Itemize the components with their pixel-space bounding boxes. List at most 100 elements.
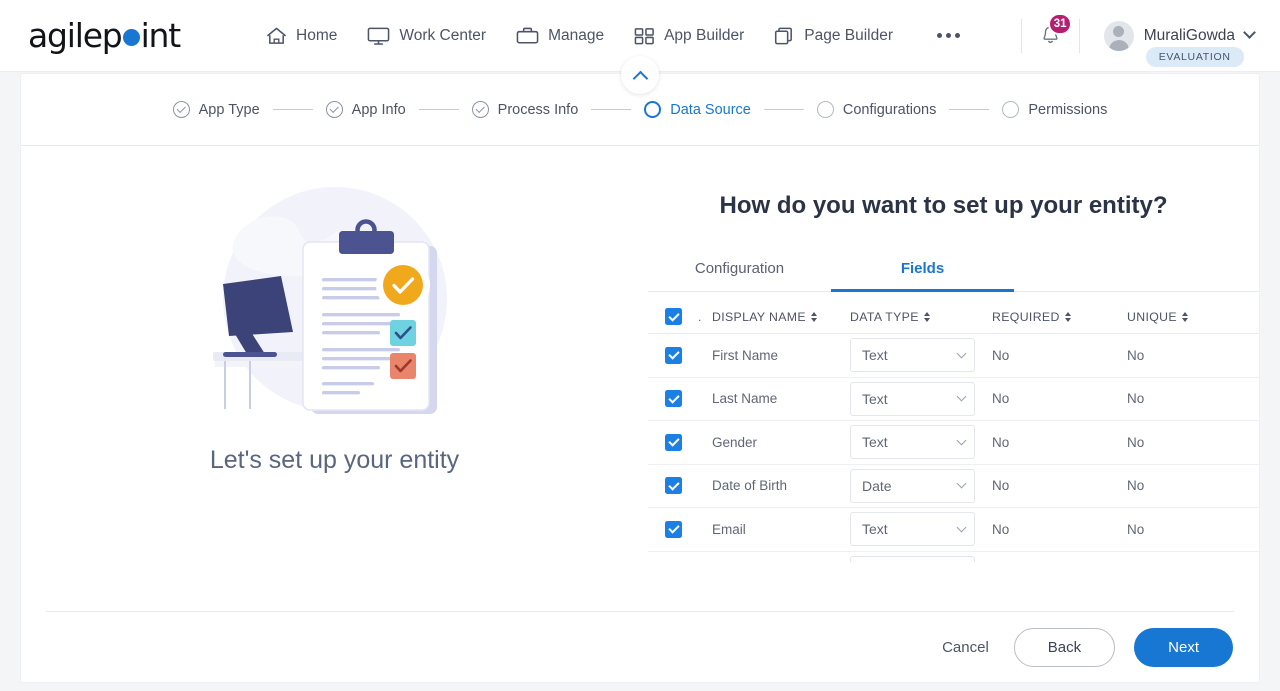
step-data-source[interactable]: Data Source: [644, 101, 751, 118]
notification-count-badge: 31: [1047, 13, 1073, 35]
row-checkbox[interactable]: [664, 520, 682, 538]
nav-label-home: Home: [296, 26, 338, 44]
step-label-permissions: Permissions: [1028, 101, 1108, 118]
nav-label-work-center: Work Center: [399, 26, 487, 44]
cell-unique: No: [1127, 434, 1145, 450]
nav-item-page-builder[interactable]: Page Builder: [774, 26, 893, 46]
row-select-cell: [648, 346, 698, 364]
step-process-info[interactable]: Process Info: [471, 101, 579, 118]
column-header-unique[interactable]: UNIQUE: [1127, 310, 1259, 324]
data-type-select[interactable]: Text: [850, 381, 975, 416]
fields-table-body[interactable]: First Name Text No No Last Name Text No …: [648, 334, 1259, 562]
cell-data-type: Text: [850, 425, 992, 460]
step-connector-5: [949, 108, 990, 111]
data-type-value: Date: [862, 477, 892, 494]
wizard-body: Let's set up your entity How do you want…: [21, 146, 1259, 608]
nav-item-home[interactable]: Home: [266, 26, 337, 46]
step-app-type[interactable]: App Type: [172, 101, 260, 118]
table-row[interactable]: Email Text No No: [648, 508, 1259, 552]
cancel-button[interactable]: Cancel: [936, 631, 995, 664]
table-row[interactable]: First Name Text No No: [648, 334, 1259, 378]
step-app-info[interactable]: App Info: [325, 101, 406, 118]
nav-divider-left: [1020, 18, 1022, 53]
dot-1: [937, 33, 942, 38]
table-row[interactable]: Gender Text No No: [648, 421, 1259, 465]
user-name: MuraliGowda: [1143, 26, 1235, 44]
step-label-configurations: Configurations: [842, 101, 937, 118]
cell-display-name: First Name: [712, 347, 779, 363]
index-column-header: .: [698, 309, 702, 324]
nav-item-work-center[interactable]: Work Center: [367, 26, 486, 46]
data-type-select[interactable]: [850, 555, 975, 562]
step-configurations[interactable]: Configurations: [816, 101, 937, 118]
fields-table-header: . DISPLAY NAME DATA TYPE REQUIRED UNIQUE: [648, 292, 1259, 334]
tab-label-fields: Fields: [900, 260, 945, 277]
chevron-down-icon: [956, 391, 967, 402]
row-checkbox[interactable]: [664, 433, 682, 451]
chevron-up-icon: [632, 70, 648, 86]
agilepoint-logo[interactable]: agilep int: [28, 16, 181, 55]
notifications-button[interactable]: 31: [1038, 13, 1073, 48]
cell-data-type: Text: [850, 381, 992, 416]
more-options-icon[interactable]: [937, 33, 960, 38]
column-header-display-name[interactable]: DISPLAY NAME: [712, 310, 850, 324]
cell-required: No: [992, 391, 1010, 407]
data-type-select[interactable]: Text: [850, 338, 975, 373]
avatar: [1103, 20, 1134, 51]
cell-required: No: [992, 434, 1010, 450]
step-label-process-info: Process Info: [497, 101, 579, 118]
wizard-card: App Type App Info Process Info Data Sour…: [20, 73, 1260, 683]
tab-label-configuration: Configuration: [694, 260, 785, 277]
illustration-pane: Let's set up your entity: [21, 146, 648, 608]
cell-unique: No: [1127, 391, 1145, 407]
row-checkbox[interactable]: [664, 477, 682, 495]
data-type-select[interactable]: Text: [850, 425, 975, 460]
row-select-cell: [648, 477, 698, 495]
table-row[interactable]: Last Name Text No No: [648, 378, 1259, 421]
step-label-app-info: App Info: [351, 101, 406, 118]
select-all-checkbox[interactable]: [664, 308, 682, 325]
sort-icon: [1064, 311, 1071, 322]
tab-configuration[interactable]: Configuration: [648, 260, 831, 291]
logo-dot-icon: [122, 29, 140, 46]
collapse-header-button[interactable]: [621, 56, 659, 94]
check-circle-icon: [325, 101, 343, 118]
cell-data-type: Text: [850, 512, 992, 547]
page-title: How do you want to set up your entity?: [719, 192, 1168, 219]
data-type-value: Text: [862, 390, 888, 407]
table-row-partial[interactable]: [648, 552, 1259, 562]
tab-fields[interactable]: Fields: [831, 260, 1014, 292]
row-checkbox[interactable]: [664, 346, 682, 364]
chevron-down-icon: [956, 348, 967, 359]
column-label-data-type: DATA TYPE: [850, 309, 919, 324]
cell-unique: No: [1127, 478, 1145, 494]
step-label-app-type: App Type: [198, 101, 260, 118]
column-header-data-type[interactable]: DATA TYPE: [850, 310, 992, 324]
column-label-unique: UNIQUE: [1127, 309, 1177, 324]
entity-setup-pane: How do you want to set up your entity? C…: [648, 146, 1259, 608]
table-row[interactable]: Date of Birth Date No No: [648, 465, 1259, 508]
next-button[interactable]: Next: [1134, 628, 1233, 667]
cell-unique: No: [1127, 347, 1145, 363]
chevron-down-icon: [1243, 26, 1256, 39]
row-checkbox[interactable]: [664, 390, 682, 408]
nav-divider-right: [1078, 18, 1080, 53]
data-type-select[interactable]: Text: [850, 512, 975, 547]
chevron-down-icon: [956, 435, 967, 446]
logo-text-part1: agilep: [28, 16, 123, 55]
user-menu[interactable]: MuraliGowda EVALUATION: [1103, 20, 1256, 67]
data-type-select[interactable]: Date: [850, 468, 975, 503]
copy-icon: [774, 26, 795, 46]
cell-required: No: [992, 478, 1010, 494]
check-circle-icon: [471, 101, 489, 118]
chevron-down-icon: [956, 522, 967, 533]
column-header-required[interactable]: REQUIRED: [992, 310, 1127, 324]
nav-label-page-builder: Page Builder: [804, 26, 893, 44]
data-type-value: Text: [862, 347, 888, 364]
back-button[interactable]: Back: [1013, 628, 1116, 667]
nav-item-manage[interactable]: Manage: [516, 26, 604, 46]
desk-clipboard-checklist-illustration: [212, 187, 447, 414]
nav-item-app-builder[interactable]: App Builder: [634, 26, 744, 46]
entity-tabs: Configuration Fields: [648, 260, 1259, 292]
step-permissions[interactable]: Permissions: [1002, 101, 1107, 118]
